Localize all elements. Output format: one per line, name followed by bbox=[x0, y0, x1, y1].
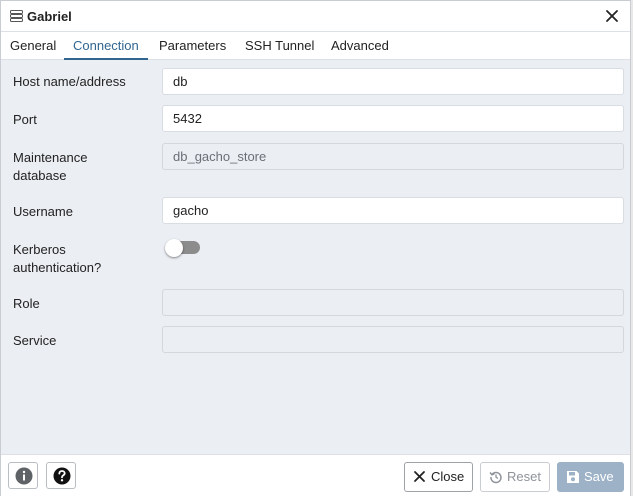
role-input bbox=[162, 289, 624, 316]
maintenance-db-label-line1: Maintenance bbox=[13, 150, 88, 165]
maintenance-db-label: Maintenance database bbox=[13, 149, 87, 185]
kerberos-label-line2: authentication? bbox=[13, 260, 102, 275]
help-icon bbox=[53, 467, 71, 485]
maintenance-db-input: db_gacho_store bbox=[162, 143, 624, 170]
close-x-icon bbox=[414, 471, 425, 482]
tab-parameters[interactable]: Parameters bbox=[150, 32, 235, 60]
info-icon bbox=[15, 467, 33, 485]
help-button[interactable] bbox=[46, 462, 76, 489]
tab-advanced[interactable]: Advanced bbox=[322, 32, 398, 60]
role-label: Role bbox=[13, 296, 40, 311]
reset-button-label: Reset bbox=[507, 469, 541, 484]
save-button-label: Save bbox=[584, 469, 614, 484]
kerberos-label-line1: Kerberos bbox=[13, 242, 66, 257]
server-icon bbox=[10, 10, 23, 22]
kerberos-label: Kerberos authentication? bbox=[13, 241, 101, 277]
tab-general[interactable]: General bbox=[1, 32, 65, 60]
save-icon bbox=[567, 471, 579, 483]
reset-button[interactable]: Reset bbox=[480, 462, 550, 492]
host-label: Host name/address bbox=[13, 74, 126, 89]
host-input[interactable]: db bbox=[162, 68, 624, 95]
dialog-footer: Close Reset Save bbox=[1, 454, 630, 496]
info-button[interactable] bbox=[8, 462, 38, 489]
save-button[interactable]: Save bbox=[557, 462, 624, 492]
dialog-title: Gabriel bbox=[27, 9, 72, 24]
tab-connection[interactable]: Connection bbox=[64, 32, 148, 60]
reset-icon bbox=[489, 471, 502, 484]
toggle-knob bbox=[165, 239, 183, 257]
maintenance-db-label-line2: database bbox=[13, 168, 67, 183]
tab-ssh-tunnel[interactable]: SSH Tunnel bbox=[236, 32, 323, 60]
dialog-titlebar[interactable]: Gabriel bbox=[1, 1, 630, 32]
tab-bar: General Connection Parameters SSH Tunnel… bbox=[1, 32, 630, 60]
close-icon[interactable] bbox=[604, 8, 620, 24]
port-label: Port bbox=[13, 112, 37, 127]
service-label: Service bbox=[13, 333, 57, 348]
username-input[interactable]: gacho bbox=[162, 197, 624, 224]
service-input bbox=[162, 326, 624, 353]
connection-dialog: Gabriel General Connection Parameters SS… bbox=[0, 0, 631, 496]
port-input[interactable]: 5432 bbox=[162, 105, 624, 132]
kerberos-toggle[interactable] bbox=[165, 239, 201, 257]
close-button[interactable]: Close bbox=[404, 462, 473, 492]
close-button-label: Close bbox=[431, 469, 465, 484]
username-label: Username bbox=[13, 204, 73, 219]
